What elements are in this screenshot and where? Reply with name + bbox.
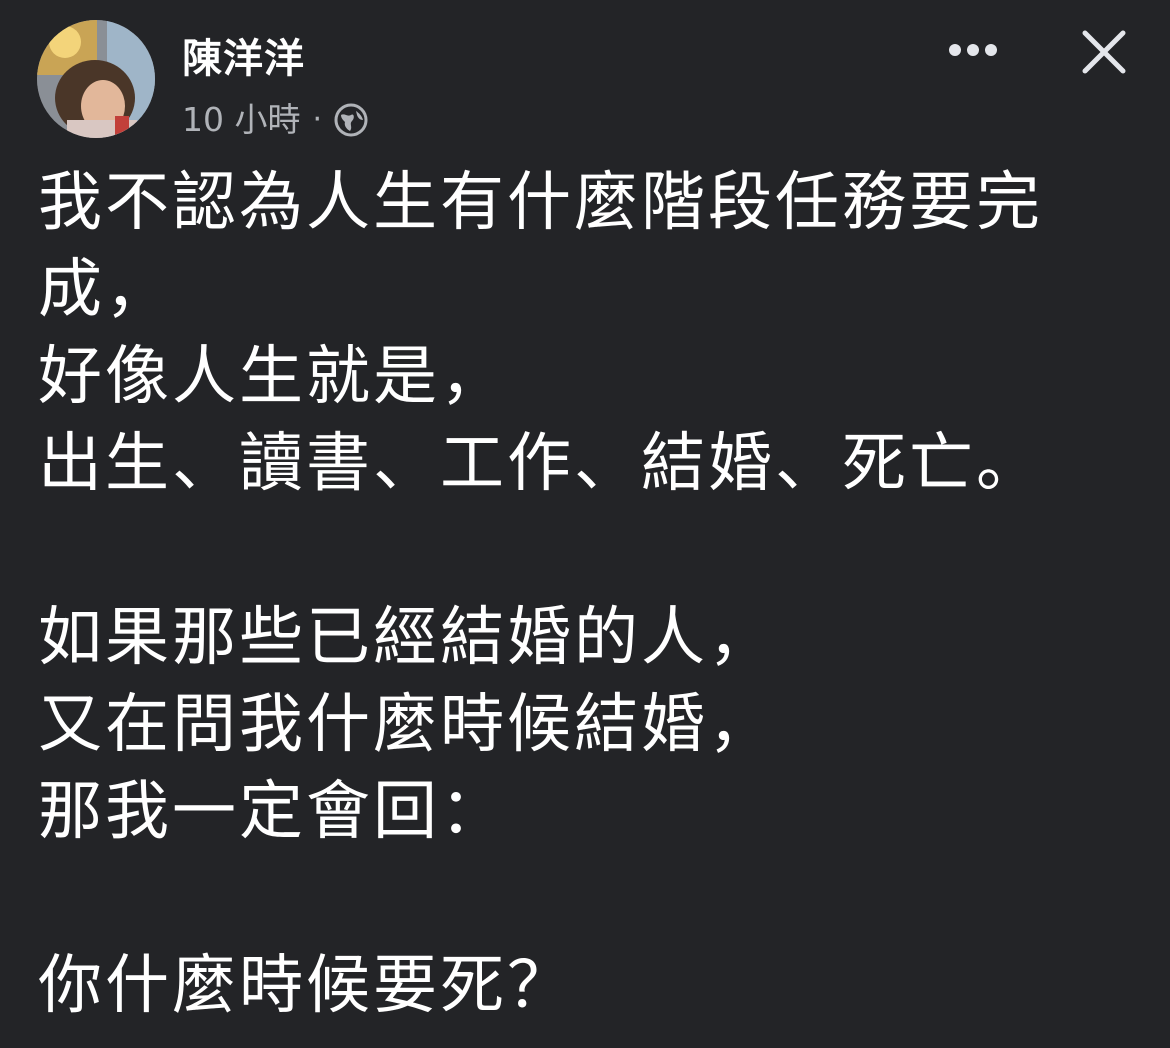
- meta-separator: ·: [312, 102, 323, 137]
- post-meta: 10 小時 ·: [182, 100, 370, 140]
- close-icon: [1082, 30, 1126, 74]
- post-text-line: 出生、讀書、工作、結婚、死亡。: [38, 427, 1043, 501]
- globe-icon: [332, 101, 370, 139]
- post-text-blank-line: [38, 856, 1148, 943]
- post-timestamp[interactable]: 10 小時: [182, 100, 300, 140]
- author-avatar[interactable]: [37, 20, 155, 138]
- post-text-line: 又在問我什麼時候結婚，: [38, 688, 775, 762]
- author-name[interactable]: 陳洋洋: [182, 34, 305, 84]
- close-button[interactable]: [1074, 22, 1134, 82]
- avatar-photo: [37, 20, 155, 138]
- post-text-line: 成，: [38, 253, 172, 327]
- post-text: 我不認為人生有什麼階段任務要完 成， 好像人生就是， 出生、讀書、工作、結婚、死…: [38, 160, 1148, 1030]
- post-text-line: 好像人生就是，: [38, 340, 507, 414]
- post-text-line: 如果那些已經結婚的人，: [38, 601, 775, 675]
- more-options-button[interactable]: [938, 24, 1008, 76]
- post-header: 陳洋洋 10 小時 ·: [0, 0, 1170, 150]
- post-text-blank-line: [38, 508, 1148, 595]
- post-text-line: 那我一定會回：: [38, 775, 507, 849]
- post-text-line: 我不認為人生有什麼階段任務要完: [38, 166, 1043, 240]
- more-horizontal-icon: [949, 44, 997, 56]
- post-text-line: 你什麼時候要死？: [38, 949, 574, 1023]
